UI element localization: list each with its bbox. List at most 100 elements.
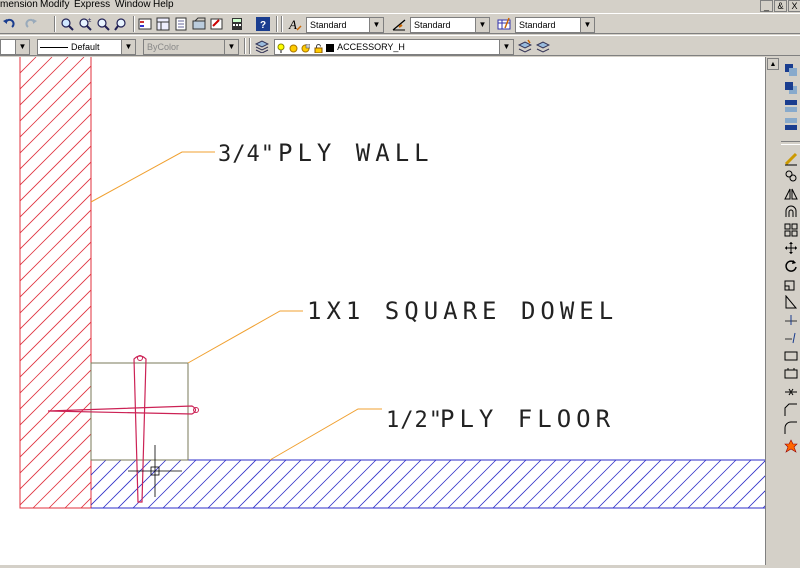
hatch-line [20, 225, 91, 298]
menu-dimension[interactable]: mension [0, 0, 38, 11]
above-icon[interactable] [784, 117, 798, 131]
trim-icon[interactable] [784, 313, 798, 327]
explode-icon[interactable] [784, 439, 798, 453]
layer-manager-icon[interactable] [255, 39, 269, 53]
hatch-line [32, 449, 91, 508]
linetype-select[interactable]: Default ▼ [37, 39, 136, 55]
hatch-line [225, 57, 676, 508]
stretch-icon[interactable] [784, 295, 798, 309]
undo-icon[interactable] [2, 17, 16, 31]
break-icon[interactable] [784, 349, 798, 363]
bulb-icon [277, 43, 285, 53]
hatch-line [372, 460, 422, 508]
hatch-line [161, 57, 612, 508]
hatch-line [552, 460, 602, 508]
chevron-down-icon[interactable]: ▼ [15, 40, 29, 54]
table-style-icon[interactable] [497, 17, 511, 31]
chevron-down-icon[interactable]: ▼ [224, 40, 238, 54]
copy-icon[interactable] [784, 169, 798, 183]
hatch-line [401, 57, 765, 508]
table-style-select[interactable]: Standard ▼ [515, 17, 595, 33]
zoom-previous-icon[interactable] [114, 17, 128, 31]
lineweight-value: ByColor [147, 42, 180, 52]
menu-modify[interactable]: Modify [40, 0, 69, 11]
scale-icon[interactable] [784, 277, 798, 291]
chevron-down-icon[interactable]: ▼ [121, 40, 135, 54]
markup-icon[interactable] [210, 17, 224, 31]
move-icon[interactable] [784, 241, 798, 255]
chevron-down-icon[interactable]: ▼ [580, 18, 594, 32]
modify-toolbar: ▲ [765, 57, 800, 565]
extend-icon[interactable] [784, 331, 798, 345]
hatch-line [20, 241, 91, 314]
zoom-realtime-icon[interactable]: ± [78, 17, 92, 31]
hatch-line [91, 460, 107, 476]
layer-previous-icon[interactable] [536, 39, 550, 53]
color-select[interactable]: ▼ [0, 39, 30, 55]
wall-hatch [20, 57, 765, 508]
hatch-line [209, 57, 660, 508]
hatch-line [192, 460, 242, 508]
hatch-line [433, 57, 765, 508]
hatch-line [102, 460, 152, 508]
table-style-value: Standard [519, 20, 556, 30]
scroll-up-icon[interactable]: ▲ [767, 58, 779, 70]
properties-icon[interactable] [138, 17, 152, 31]
hatch-line [20, 321, 91, 394]
redo-icon[interactable] [24, 17, 38, 31]
chevron-down-icon[interactable]: ▼ [499, 40, 513, 54]
erase-icon[interactable] [784, 152, 798, 166]
join-icon[interactable] [784, 385, 798, 399]
drawing-canvas[interactable]: 3/4" PLY WALL 1X1 SQUARE DOWEL 1/2" PLY … [0, 54, 765, 565]
tool-palettes-icon[interactable] [174, 17, 188, 31]
hatch-line [20, 161, 91, 234]
chevron-down-icon[interactable]: ▼ [369, 18, 383, 32]
design-center-icon[interactable] [156, 17, 170, 31]
draworder-icon[interactable] [784, 63, 798, 77]
help-icon[interactable]: ? [256, 17, 270, 31]
close-icon[interactable]: X [788, 0, 800, 12]
minimize-icon[interactable]: _ [760, 0, 773, 12]
send-back-icon[interactable] [784, 99, 798, 113]
restore-icon[interactable]: & [774, 0, 787, 12]
toolbar-separator [276, 16, 278, 32]
offset-icon[interactable] [784, 205, 798, 219]
hatch-line [20, 57, 85, 122]
mirror-icon[interactable] [784, 187, 798, 201]
menu-express[interactable]: Express [74, 0, 110, 11]
calculator-icon[interactable] [230, 17, 244, 31]
floor-label: PLY FLOOR [440, 405, 615, 433]
fillet-icon[interactable] [784, 421, 798, 435]
layer-state-icon[interactable] [518, 39, 532, 53]
sheet-set-icon[interactable] [192, 17, 206, 31]
hatch-line [48, 465, 91, 508]
text-style-icon[interactable]: A [288, 17, 302, 31]
hatch-line [529, 57, 765, 508]
dim-style-select[interactable]: Standard ▼ [410, 17, 490, 33]
layer-select[interactable]: ACCESSORY_H ▼ [274, 39, 514, 55]
pan-icon[interactable] [60, 17, 74, 31]
hatch-line [282, 460, 332, 508]
hatch-line [20, 57, 53, 90]
break-at-icon[interactable] [784, 367, 798, 381]
hatch-line [20, 353, 91, 426]
array-icon[interactable] [784, 223, 798, 237]
rotate-icon[interactable] [784, 259, 798, 273]
zoom-window-icon[interactable] [96, 17, 110, 31]
dim-style-icon[interactable] [392, 17, 406, 31]
dowel-label: 1X1 SQUARE DOWEL [307, 297, 618, 325]
bring-front-icon[interactable] [784, 81, 798, 95]
hatch-line [20, 257, 91, 330]
floor-fraction-label: 1/2" [386, 408, 443, 433]
chamfer-icon[interactable] [784, 403, 798, 417]
hatch-line [162, 460, 212, 508]
hatch-line [492, 460, 542, 508]
menu-help[interactable]: Help [153, 0, 174, 11]
hatch-line [91, 460, 122, 491]
hatch-line [207, 460, 257, 508]
menu-window[interactable]: Window [115, 0, 151, 11]
text-style-select[interactable]: Standard ▼ [306, 17, 384, 33]
lineweight-select[interactable]: ByColor ▼ [143, 39, 239, 55]
chevron-down-icon[interactable]: ▼ [475, 18, 489, 32]
hatch-line [567, 460, 617, 508]
